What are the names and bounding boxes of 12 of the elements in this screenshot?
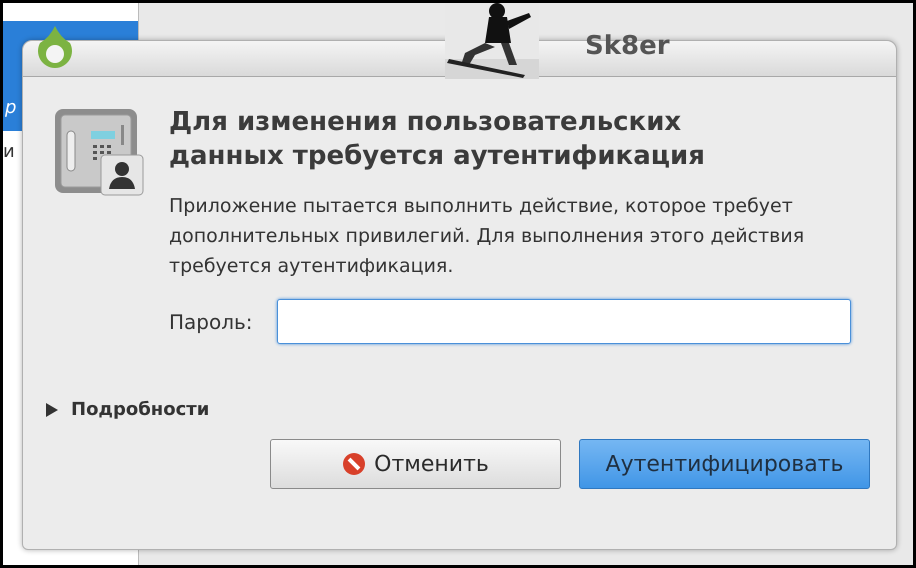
- password-label: Пароль:: [169, 308, 253, 336]
- cancel-button[interactable]: Отменить: [270, 439, 561, 489]
- stop-icon: [342, 452, 366, 476]
- sidebar-text: и: [3, 143, 16, 161]
- dialog-message: Приложение пытается выполнить действие, которое требует дополнительных привилегий. Для выполнения этого действия требуется аутентификация.: [169, 194, 806, 279]
- authenticate-button[interactable]: Аутентифицировать: [579, 439, 870, 489]
- expander-arrow-icon: [45, 402, 59, 418]
- sidebar-text: р: [5, 99, 16, 117]
- password-field[interactable]: [276, 299, 851, 344]
- window-title: Sk8er: [585, 30, 670, 63]
- dialog-heading: Для изменения пользовательских данных требуется аутентификация: [169, 106, 706, 173]
- details-expander[interactable]: Подробности: [45, 396, 210, 423]
